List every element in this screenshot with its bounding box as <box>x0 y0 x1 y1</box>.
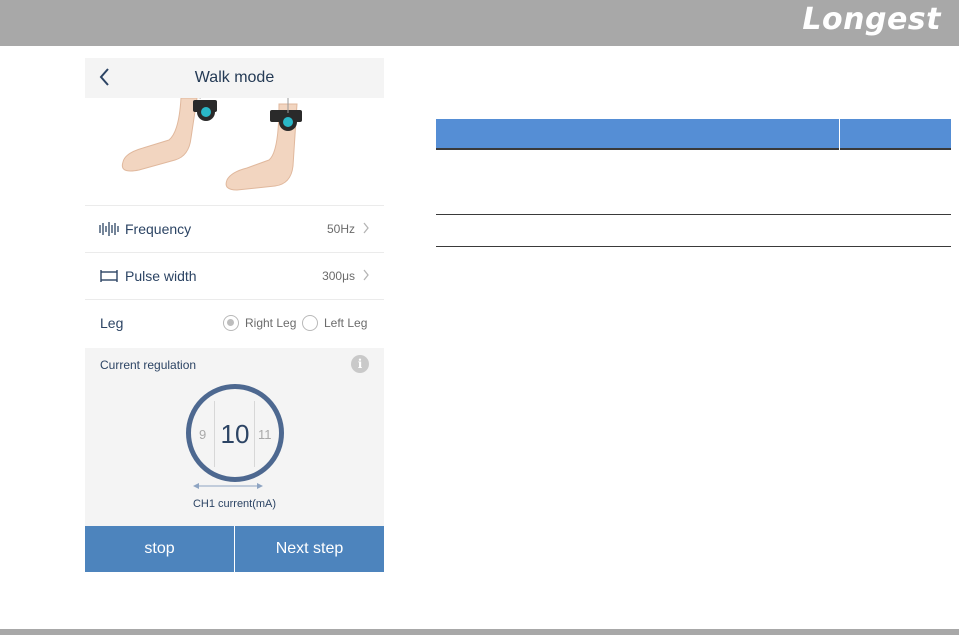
dial-next-value[interactable]: 11 <box>258 427 272 442</box>
chevron-right-icon <box>363 269 369 281</box>
feet-illustration <box>85 98 384 205</box>
table-row-divider <box>436 214 951 215</box>
brand-logo: Longest <box>802 2 941 37</box>
bottom-band <box>0 629 959 635</box>
frequency-row[interactable]: Frequency 50Hz <box>85 205 384 251</box>
frequency-icon <box>99 222 119 236</box>
pulse-width-row[interactable]: Pulse width 300μs <box>85 252 384 298</box>
chevron-right-icon <box>363 222 369 234</box>
table-header <box>436 119 951 150</box>
current-regulation-panel: Current regulation i 9 10 11 CH1 current… <box>85 348 384 526</box>
frequency-label: Frequency <box>125 221 192 237</box>
channel-current-label: CH1 current(mA) <box>192 498 277 510</box>
left-leg-radio[interactable] <box>302 315 318 331</box>
leg-label: Leg <box>100 315 124 331</box>
current-regulation-title: Current regulation <box>100 358 197 372</box>
right-leg-label[interactable]: Right Leg <box>245 316 296 330</box>
stop-button[interactable]: stop <box>85 526 234 572</box>
dial-current-value: 10 <box>220 419 250 449</box>
page-title: Walk mode <box>194 69 275 86</box>
app-header: Walk mode <box>85 58 384 98</box>
table-column-divider <box>839 119 840 150</box>
frequency-value: 50Hz <box>326 222 355 236</box>
left-leg-label[interactable]: Left Leg <box>324 316 367 330</box>
pulse-width-value: 300μs <box>322 269 355 283</box>
pulse-width-icon <box>100 270 118 282</box>
phone-screen: Walk mode Frequency 50Hz Pulse width 300… <box>85 58 384 572</box>
leg-row: Leg Right Leg Left Leg <box>85 299 384 348</box>
swipe-arrows-icon <box>193 483 263 489</box>
next-step-button[interactable]: Next step <box>235 526 384 572</box>
pulse-width-label: Pulse width <box>125 268 197 284</box>
top-banner: Longest <box>0 0 959 46</box>
table-bottom-border <box>436 246 951 247</box>
info-icon[interactable]: i <box>351 355 369 373</box>
dial-prev-value[interactable]: 9 <box>199 427 206 442</box>
right-leg-radio[interactable] <box>223 315 239 331</box>
current-dial[interactable]: 9 10 11 <box>186 384 284 482</box>
